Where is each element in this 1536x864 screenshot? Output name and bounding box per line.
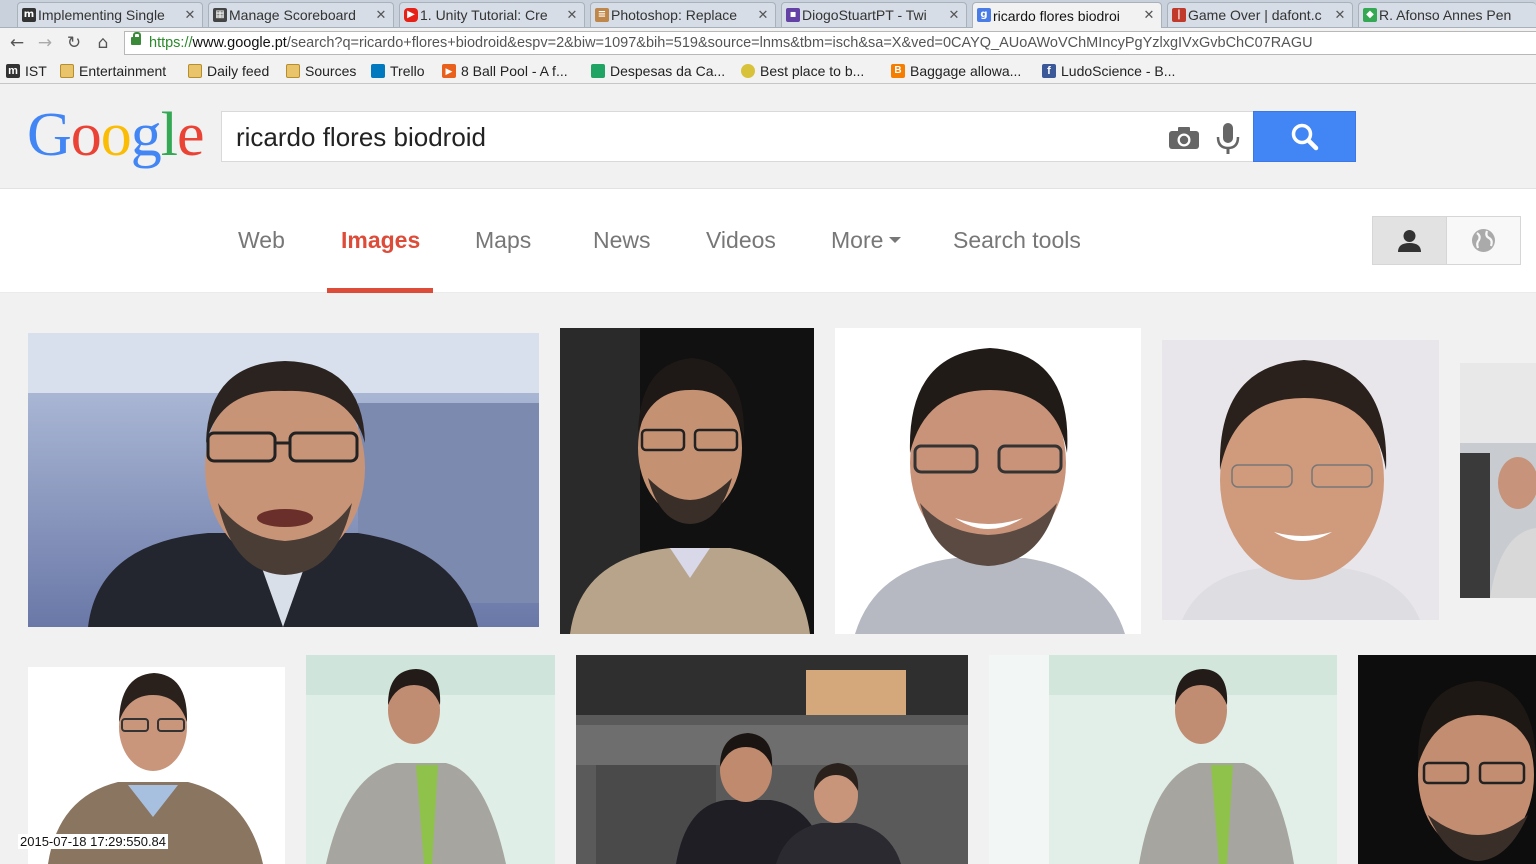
youtube-icon: ▶ bbox=[404, 8, 418, 22]
m-icon: m bbox=[6, 64, 20, 78]
browser-toolbar: ← → ↻ ⌂ https://www.google.pt/search?q=r… bbox=[0, 28, 1536, 58]
tab-manage-scoreboard[interactable]: ▦ Manage Scoreboard ✕ bbox=[208, 2, 394, 27]
blogger-icon: B bbox=[891, 64, 905, 78]
tab-dafont[interactable]: | Game Over | dafont.c ✕ bbox=[1167, 2, 1353, 27]
bookmark-ist[interactable]: m IST bbox=[6, 61, 47, 81]
close-tab-icon[interactable]: ✕ bbox=[375, 8, 387, 23]
facebook-icon: f bbox=[1042, 64, 1056, 78]
google-icon: g bbox=[977, 8, 991, 22]
close-tab-icon[interactable]: ✕ bbox=[948, 8, 960, 23]
play-icon: ▶ bbox=[442, 64, 456, 78]
tab-web[interactable]: Web bbox=[238, 227, 285, 254]
search-icon bbox=[1291, 123, 1319, 151]
tab-maps[interactable]: Maps bbox=[475, 227, 531, 254]
photo-thumbnail bbox=[1460, 363, 1536, 598]
lock-icon bbox=[131, 32, 141, 45]
back-icon[interactable]: ← bbox=[6, 32, 28, 54]
dafont-icon: | bbox=[1172, 8, 1186, 22]
image-result[interactable] bbox=[560, 328, 814, 634]
tab-news[interactable]: News bbox=[593, 227, 651, 254]
bookmark-entertainment[interactable]: Entertainment bbox=[60, 61, 166, 81]
close-tab-icon[interactable]: ✕ bbox=[566, 8, 578, 23]
folder-icon bbox=[188, 64, 202, 78]
image-result[interactable] bbox=[1162, 340, 1439, 620]
bookmark-baggage[interactable]: B Baggage allowa... bbox=[891, 61, 1021, 81]
tab-images[interactable]: Images bbox=[341, 227, 420, 254]
bookmark-daily-feed[interactable]: Daily feed bbox=[188, 61, 269, 81]
image-result[interactable] bbox=[576, 655, 968, 864]
photo-thumbnail bbox=[835, 328, 1141, 634]
bookmark-sources[interactable]: Sources bbox=[286, 61, 356, 81]
close-tab-icon[interactable]: ✕ bbox=[1143, 8, 1155, 23]
search-input[interactable] bbox=[236, 120, 1136, 154]
bookmark-best-place[interactable]: Best place to b... bbox=[741, 61, 864, 81]
bookmarks-bar: m IST Entertainment Daily feed Sources T… bbox=[0, 58, 1536, 84]
image-result[interactable] bbox=[306, 655, 555, 864]
image-result[interactable] bbox=[835, 328, 1141, 634]
smiley-icon bbox=[741, 64, 755, 78]
camera-icon[interactable] bbox=[1168, 126, 1200, 150]
address-bar[interactable]: https://www.google.pt/search?q=ricardo+f… bbox=[124, 31, 1536, 55]
photo-thumbnail bbox=[989, 655, 1337, 864]
close-tab-icon[interactable]: ✕ bbox=[184, 8, 196, 23]
folder-icon bbox=[286, 64, 300, 78]
bookmark-despesas[interactable]: Despesas da Ca... bbox=[591, 61, 725, 81]
doc-icon: ≡ bbox=[595, 8, 609, 22]
close-tab-icon[interactable]: ✕ bbox=[757, 8, 769, 23]
bookmark-ludoscience[interactable]: f LudoScience - B... bbox=[1042, 61, 1175, 81]
home-icon[interactable]: ⌂ bbox=[92, 32, 114, 54]
folder-icon bbox=[60, 64, 74, 78]
tab-videos[interactable]: Videos bbox=[706, 227, 776, 254]
photo-thumbnail bbox=[28, 333, 539, 627]
photo-thumbnail bbox=[1162, 340, 1439, 620]
image-result[interactable] bbox=[1460, 363, 1536, 598]
bookmark-8-ball-pool[interactable]: ▶ 8 Ball Pool - A f... bbox=[442, 61, 568, 81]
tab-photoshop-replace[interactable]: ≡ Photoshop: Replace ✕ bbox=[590, 2, 776, 27]
search-box bbox=[221, 111, 1254, 162]
person-icon bbox=[1398, 230, 1421, 252]
trello-icon bbox=[371, 64, 385, 78]
search-tools-button[interactable]: Search tools bbox=[953, 227, 1081, 254]
tab-google-search[interactable]: g ricardo flores biodroi ✕ bbox=[972, 2, 1162, 28]
tab-maps[interactable]: ◆ R. Afonso Annes Pen bbox=[1358, 2, 1536, 27]
close-tab-icon[interactable]: ✕ bbox=[1334, 8, 1346, 23]
forward-icon[interactable]: → bbox=[34, 32, 56, 54]
twitch-icon: ▪ bbox=[786, 8, 800, 22]
google-logo[interactable]: Google bbox=[27, 104, 205, 166]
tab-unity-tutorial[interactable]: ▶ 1. Unity Tutorial: Cre ✕ bbox=[399, 2, 585, 27]
medium-icon: m bbox=[22, 8, 36, 22]
timestamp-overlay: 2015-07-18 17:29:550.84 bbox=[18, 834, 169, 849]
photo-thumbnail bbox=[1358, 655, 1536, 864]
search-button[interactable] bbox=[1253, 111, 1356, 162]
tab-strip: m Implementing Single ✕ ▦ Manage Scorebo… bbox=[0, 0, 1536, 28]
globe-icon bbox=[1472, 229, 1495, 252]
bookmark-trello[interactable]: Trello bbox=[371, 61, 425, 81]
tab-implementing-single[interactable]: m Implementing Single ✕ bbox=[17, 2, 203, 27]
sheets-icon bbox=[591, 64, 605, 78]
hide-personal-results-toggle[interactable] bbox=[1446, 216, 1521, 265]
scoreboard-icon: ▦ bbox=[213, 8, 227, 22]
image-result[interactable] bbox=[1358, 655, 1536, 864]
photo-thumbnail bbox=[306, 655, 555, 864]
photo-thumbnail bbox=[560, 328, 814, 634]
personal-results-toggle[interactable] bbox=[1372, 216, 1447, 265]
tab-twitch[interactable]: ▪ DiogoStuartPT - Twi ✕ bbox=[781, 2, 967, 27]
image-result[interactable] bbox=[989, 655, 1337, 864]
photo-thumbnail bbox=[576, 655, 968, 864]
maps-icon: ◆ bbox=[1363, 8, 1377, 22]
microphone-icon[interactable] bbox=[1215, 122, 1241, 156]
tab-more[interactable]: More bbox=[831, 227, 902, 254]
reload-icon[interactable]: ↻ bbox=[63, 32, 85, 54]
image-result[interactable] bbox=[28, 333, 539, 627]
chevron-down-icon bbox=[889, 236, 902, 243]
